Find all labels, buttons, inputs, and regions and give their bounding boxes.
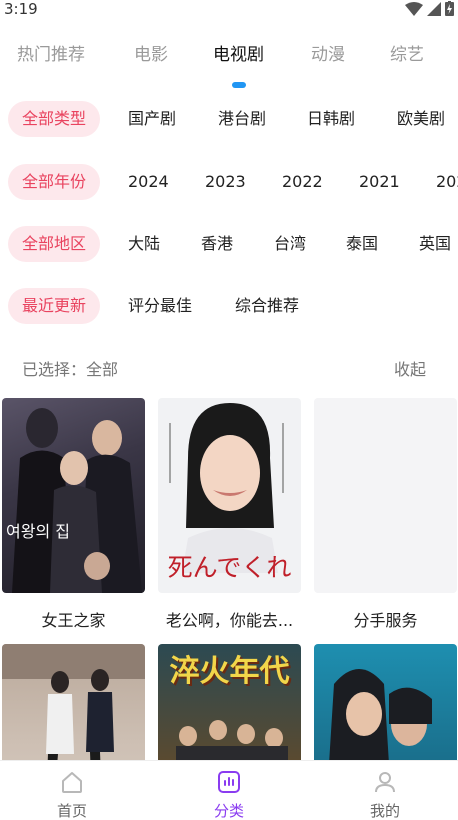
filter-chip[interactable]: 全部类型 (8, 101, 101, 137)
filter-chip[interactable]: 最近更新 (8, 288, 101, 324)
tab-movie[interactable]: 电影 (134, 40, 168, 65)
video-card[interactable]: 死んでくれ 老公啊，你能去... (158, 398, 301, 631)
filter-chip[interactable]: 2021 (359, 164, 400, 200)
nav-category-label: 分类 (213, 802, 244, 820)
nav-home-label: 首页 (56, 802, 87, 820)
filter-chip[interactable]: 2024 (128, 164, 169, 200)
poster-title-text: 여왕의 집 (6, 522, 70, 541)
filter-chip[interactable]: 日韩剧 (307, 101, 355, 137)
filter-row-type: 全部类型 国产剧 港台剧 日韩剧 欧美剧 (0, 101, 458, 139)
filter-chip[interactable]: 香港 (201, 226, 233, 262)
status-time: 3:19 (4, 0, 38, 18)
wifi-icon (405, 1, 423, 16)
nav-profile[interactable]: 我的 (345, 769, 425, 820)
poster-placeholder (314, 398, 457, 593)
category-icon (218, 771, 240, 793)
collapse-button[interactable]: 收起 (394, 356, 426, 380)
nav-category[interactable]: 分类 (189, 769, 269, 820)
status-icons (405, 1, 454, 16)
filter-row-region: 全部地区 大陆 香港 台湾 泰国 英国 (0, 226, 458, 264)
home-icon (62, 772, 82, 793)
tab-variety[interactable]: 综艺 (390, 40, 424, 65)
category-tabs: 热门推荐 电影 电视剧 动漫 综艺 (0, 40, 458, 80)
filter-chip[interactable]: 英国 (419, 226, 451, 262)
signal-icon (427, 1, 441, 16)
filter-chip[interactable]: 泰国 (346, 226, 378, 262)
filter-chip[interactable]: 评分最佳 (128, 288, 192, 324)
filter-chip[interactable]: 国产剧 (128, 101, 176, 137)
selected-bar: 已选择：全部 收起 (0, 356, 458, 382)
filter-chip[interactable]: 大陆 (128, 226, 160, 262)
filter-row-year: 全部年份 2024 2023 2022 2021 2020 (0, 164, 458, 202)
filter-chip[interactable]: 2023 (205, 164, 246, 200)
status-bar: 3:19 (0, 0, 458, 20)
filter-chip[interactable]: 全部地区 (8, 226, 101, 262)
tab-anime[interactable]: 动漫 (311, 40, 345, 65)
nav-home[interactable]: 首页 (32, 769, 112, 820)
filter-chip[interactable]: 2022 (282, 164, 323, 200)
poster-image: 死んでくれ (158, 398, 301, 593)
video-card[interactable]: 分手服务 (314, 398, 457, 631)
video-card[interactable]: 여왕의 집 女王之家 (2, 398, 145, 631)
selected-summary: 已选择：全部 (22, 360, 119, 379)
video-title: 老公啊，你能去... (165, 611, 294, 630)
tab-hot[interactable]: 热门推荐 (17, 40, 85, 65)
filter-chip[interactable]: 欧美剧 (397, 101, 445, 137)
nav-profile-label: 我的 (369, 802, 400, 820)
filter-chip[interactable]: 港台剧 (218, 101, 266, 137)
filter-chip[interactable]: 2020 (436, 164, 458, 200)
battery-icon (445, 1, 454, 16)
poster-image: 여왕의 집 (2, 398, 145, 593)
video-title: 女王之家 (41, 611, 106, 630)
video-title: 分手服务 (353, 611, 418, 630)
filter-chip[interactable]: 台湾 (274, 226, 306, 262)
filter-row-sort: 最近更新 评分最佳 综合推荐 (0, 288, 458, 326)
bottom-nav: 首页 分类 我的 (0, 760, 458, 820)
tab-indicator (232, 82, 246, 88)
filter-chip[interactable]: 综合推荐 (235, 288, 299, 324)
poster-art (12, 408, 142, 593)
tab-tv[interactable]: 电视剧 (213, 40, 264, 65)
profile-icon (375, 772, 395, 793)
poster-title-text: 死んでくれ (167, 553, 292, 582)
filter-chip[interactable]: 全部年份 (8, 164, 101, 200)
